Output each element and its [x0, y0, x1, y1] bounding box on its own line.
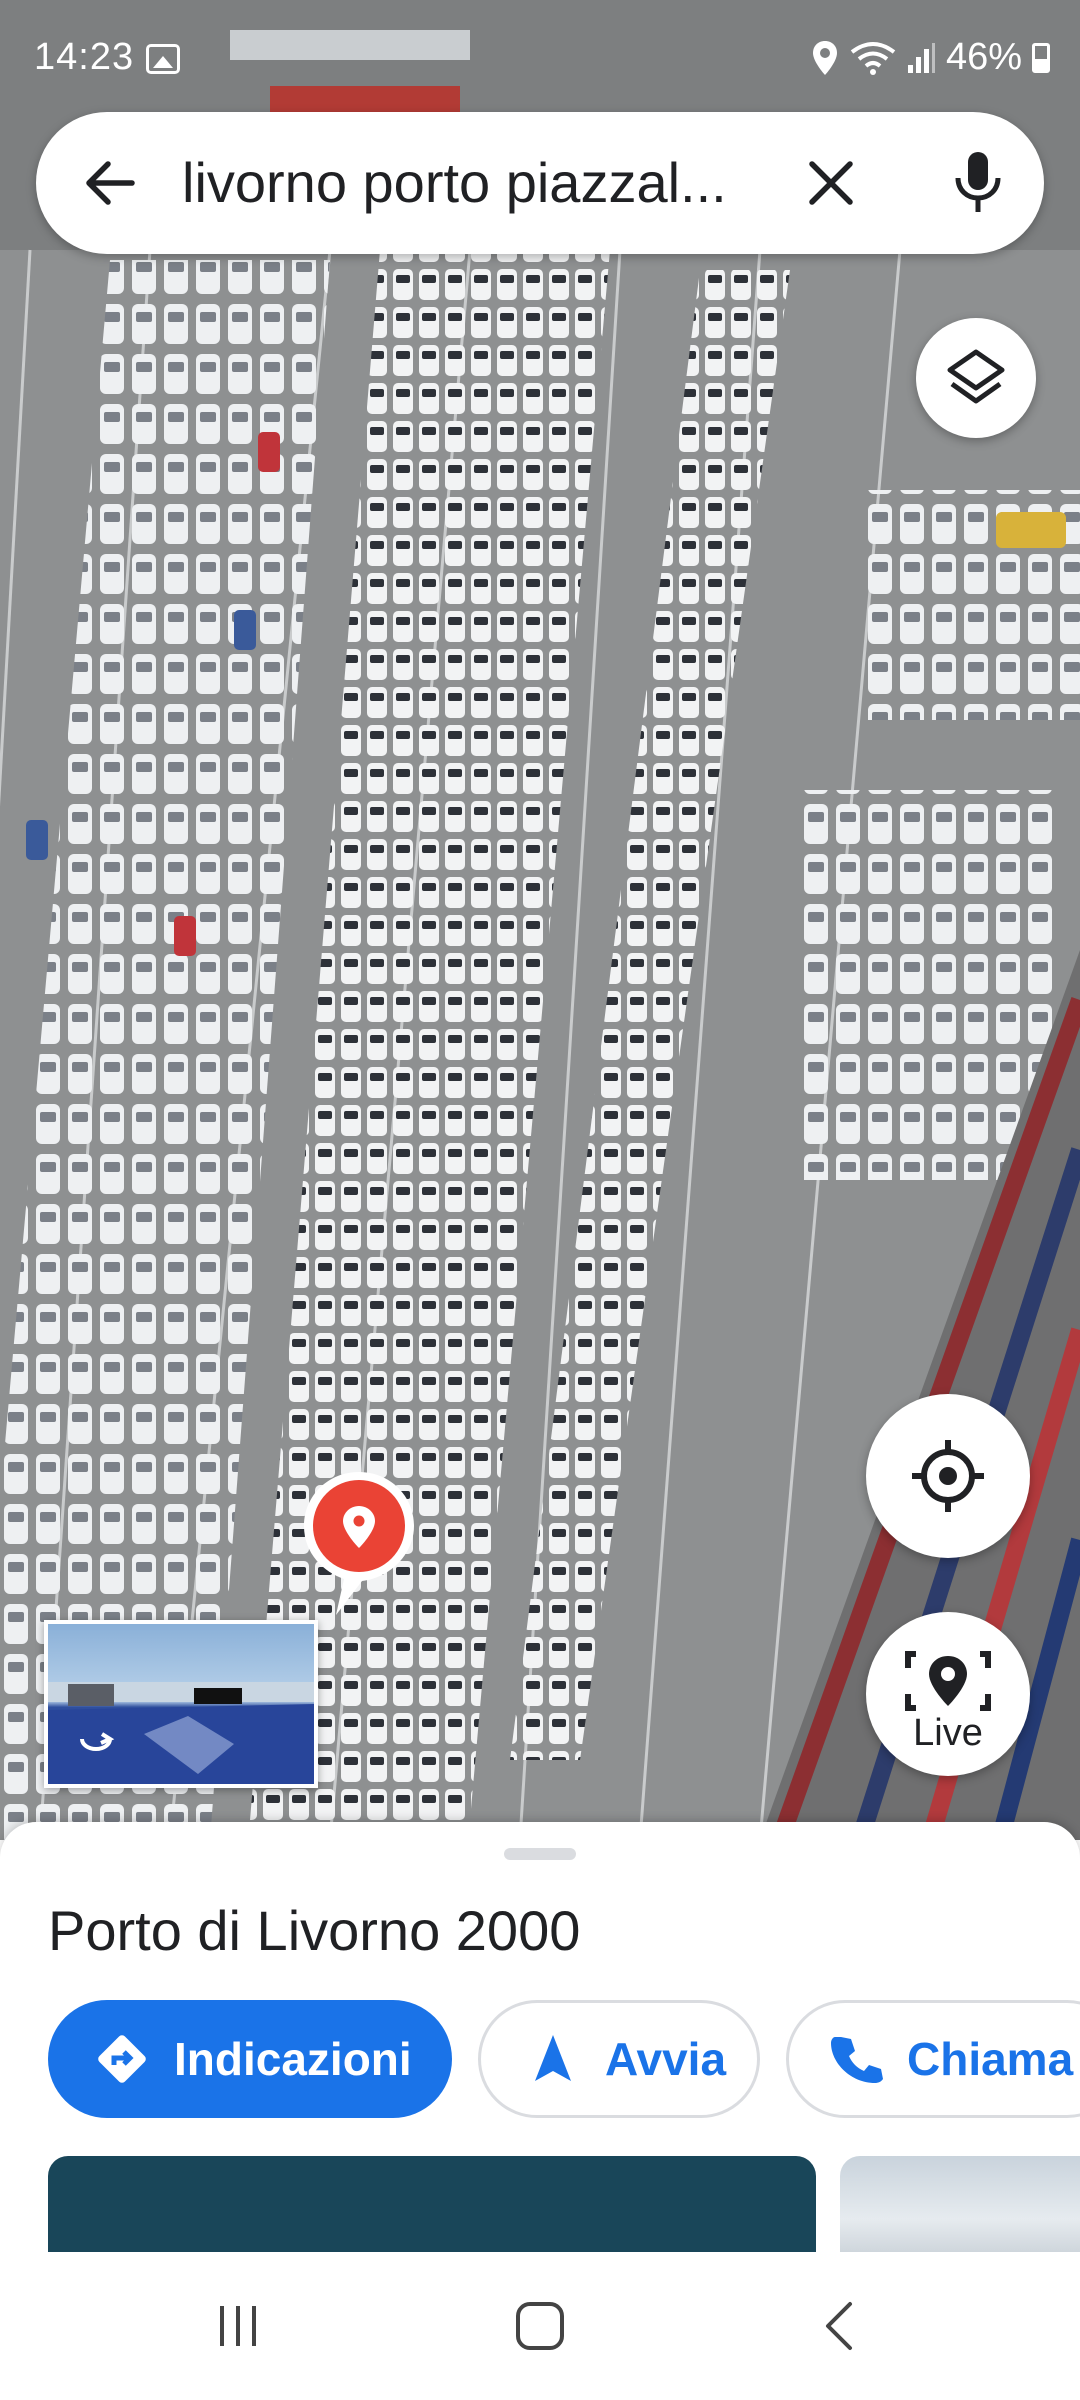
recent-apps-icon[interactable] [208, 2296, 268, 2356]
microphone-icon[interactable] [946, 148, 1010, 218]
signal-icon [907, 42, 935, 73]
start-navigation-button[interactable]: Avvia [478, 2000, 760, 2118]
layers-icon [947, 349, 1005, 404]
street-view-thumbnail[interactable] [44, 1620, 318, 1788]
back-arrow-icon[interactable] [78, 152, 140, 214]
call-label: Chiama [907, 2033, 1074, 2085]
status-time: 14:23 [34, 36, 135, 78]
street-view-image [48, 1682, 314, 1784]
place-photo[interactable] [840, 2156, 1080, 2252]
drag-handle[interactable] [504, 1848, 576, 1860]
system-navigation-bar [0, 2252, 1080, 2400]
start-label: Avvia [605, 2033, 727, 2085]
location-icon [812, 40, 837, 75]
home-icon[interactable] [510, 2296, 570, 2356]
search-bar[interactable]: livorno porto piazzal... [36, 112, 1044, 254]
live-label: Live [913, 1712, 983, 1754]
battery-percent: 46% [945, 36, 1022, 78]
satellite-imagery [0, 0, 1080, 1840]
directions-icon [98, 2035, 146, 2083]
crosshair-location-icon [912, 1440, 984, 1512]
satellite-map[interactable] [0, 0, 1080, 1840]
map-layers-button[interactable] [916, 318, 1036, 438]
search-input[interactable]: livorno porto piazzal... [182, 146, 802, 220]
wifi-icon [850, 41, 896, 75]
battery-icon [1032, 42, 1050, 73]
live-view-button[interactable]: Live [866, 1612, 1030, 1776]
back-icon[interactable] [812, 2296, 872, 2356]
directions-label: Indicazioni [174, 2033, 412, 2085]
my-location-button[interactable] [866, 1394, 1030, 1558]
directions-button[interactable]: Indicazioni [48, 2000, 452, 2118]
place-photo[interactable] [48, 2156, 816, 2252]
status-bar: 14:23 46% [0, 0, 1080, 110]
phone-icon [831, 2037, 883, 2083]
place-pin-icon[interactable] [296, 1466, 422, 1622]
place-title: Porto di Livorno 2000 [48, 1899, 581, 1962]
gallery-notification-icon [146, 44, 180, 74]
call-button[interactable]: Chiama [786, 2000, 1080, 2118]
navigation-arrow-icon [535, 2035, 571, 2081]
place-bottom-sheet[interactable]: Porto di Livorno 2000 Indicazioni Avvia … [0, 1822, 1080, 2252]
status-icons: 46% [810, 36, 1050, 79]
clear-search-icon[interactable] [802, 154, 860, 212]
